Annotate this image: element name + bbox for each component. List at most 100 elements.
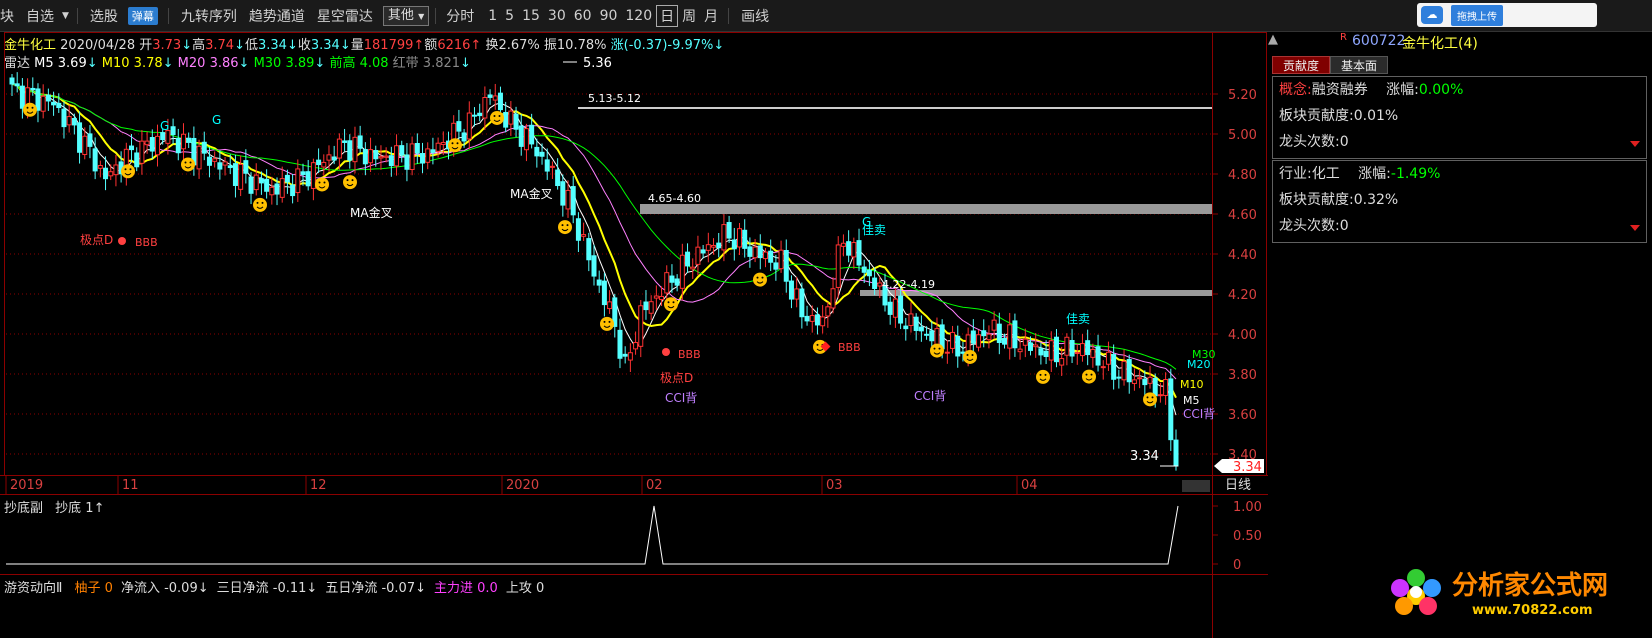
other-select[interactable]: 其他 ▼ — [382, 5, 430, 26]
smiley-eye — [938, 347, 941, 350]
period-month[interactable]: 月 — [700, 6, 722, 26]
candle-body — [1017, 348, 1023, 353]
candle-body — [394, 145, 400, 167]
toolbar-item-xingkong[interactable]: 星空雷达 — [311, 6, 379, 26]
zixuan-dropdown-icon[interactable]: ▼ — [60, 11, 71, 21]
chaodi-line — [6, 505, 1179, 565]
smiley-icon — [448, 138, 462, 153]
up-arrow-icon: ↑ — [93, 501, 105, 516]
select-dropdown-icon: ▼ — [418, 11, 425, 21]
watermark-url: www.70822.com — [1472, 603, 1593, 618]
smiley-eye — [184, 161, 187, 164]
x-tick-label: 2019 — [10, 478, 43, 493]
sub2-item: 柚子 0 — [74, 581, 113, 596]
sub2-item: 五日净流 -0.07 — [325, 581, 416, 596]
candle-body — [87, 133, 93, 147]
candle-body — [934, 328, 940, 345]
danmu-badge[interactable]: 弹幕 — [127, 6, 158, 25]
candle-body — [835, 244, 841, 288]
candle-body — [71, 117, 77, 126]
upload-button[interactable]: ☁ 拖拽上传 — [1417, 3, 1597, 27]
smiley-icon — [253, 197, 267, 212]
period-1[interactable]: 1 — [484, 8, 501, 24]
candle-body — [700, 249, 706, 254]
smiley-eye — [1085, 373, 1088, 376]
period-120[interactable]: 120 — [621, 8, 656, 24]
smiley-icon — [121, 164, 135, 179]
smiley-icon — [753, 272, 767, 287]
candle-body — [1173, 439, 1179, 467]
period-fenshi[interactable]: 分时 — [442, 6, 484, 26]
candle-body — [892, 298, 898, 318]
smiley-icon — [1082, 369, 1096, 384]
bbb-label: BBB — [135, 236, 158, 249]
candle-body — [622, 353, 628, 357]
candle-body — [757, 245, 763, 259]
candle-body — [747, 246, 753, 257]
candle-body — [1116, 376, 1122, 379]
candle-body — [669, 275, 675, 283]
toolbar-item-zixuan[interactable]: 自选 — [20, 6, 60, 26]
industry-name[interactable]: 化工 — [1312, 166, 1340, 182]
kline-chart[interactable]: 5.205.004.804.604.404.204.003.803.603.40… — [0, 32, 1268, 638]
smiley-icon — [490, 110, 504, 125]
scroll-thumb[interactable] — [1182, 480, 1210, 492]
candle-body — [40, 95, 46, 112]
chart-grid: 5.205.004.804.604.404.204.003.803.603.40… — [0, 32, 1268, 638]
candle-body — [9, 77, 15, 85]
industry-dragon: 龙头次数:0 — [1279, 218, 1349, 234]
sub2-item: 主力进 0.0 — [434, 581, 498, 596]
candle-body — [269, 186, 275, 196]
candle-body — [134, 152, 140, 168]
ma10-line — [11, 83, 1177, 399]
period-15[interactable]: 15 — [518, 8, 544, 24]
y-tick-label: 3.60 — [1228, 408, 1257, 423]
candle-body — [144, 140, 150, 146]
up-triangle-icon[interactable]: ▲ — [1268, 32, 1278, 47]
smiley-eye — [351, 179, 354, 182]
draw-line-button[interactable]: 画线 — [735, 6, 775, 26]
smiley-face — [664, 297, 678, 312]
candle-body — [970, 330, 976, 344]
toolbar-item-xuangu[interactable]: 选股 — [84, 6, 124, 26]
candle-body — [898, 295, 904, 324]
period-90[interactable]: 90 — [596, 8, 622, 24]
candle-body — [648, 301, 654, 314]
candle-body — [586, 238, 592, 261]
candle-body — [129, 145, 135, 151]
candle-body — [342, 140, 348, 143]
tab-fundamentals[interactable]: 基本面 — [1330, 56, 1389, 74]
concept-name[interactable]: 融资融券 — [1312, 82, 1368, 98]
smiley-eye — [1151, 396, 1154, 399]
smiley-face — [253, 197, 267, 212]
period-5[interactable]: 5 — [501, 8, 518, 24]
candle-body — [497, 92, 503, 111]
candle-body — [482, 96, 488, 119]
toolbar-item-jiuzhuan[interactable]: 九转序列 — [175, 6, 243, 26]
down-arrow-icon: ↓ — [415, 581, 427, 596]
period-week[interactable]: 周 — [678, 6, 700, 26]
candle-body — [92, 148, 98, 172]
sub2-item: 三日净流 -0.11 — [216, 581, 307, 596]
toolbar-item-qushi[interactable]: 趋势通道 — [243, 6, 311, 26]
red-dot-marker — [662, 348, 670, 356]
expand-arrow-icon[interactable] — [1630, 225, 1640, 231]
period-60[interactable]: 60 — [570, 8, 596, 24]
period-day[interactable]: 日 — [656, 4, 679, 27]
smiley-eye — [561, 224, 564, 227]
expand-arrow-icon[interactable] — [1630, 141, 1640, 147]
smiley-icon — [558, 220, 572, 235]
candle-body — [726, 222, 732, 239]
cloud-icon: ☁ — [1421, 6, 1443, 24]
candle-body — [539, 151, 545, 157]
candle-body — [752, 246, 758, 259]
candle-body — [783, 250, 789, 282]
candle-body — [1033, 344, 1039, 348]
toolbar-item-kuai[interactable]: 块 — [0, 6, 20, 26]
smiley-eye — [667, 301, 670, 304]
period-30[interactable]: 30 — [544, 8, 570, 24]
sub2-title: 游资动向Ⅱ — [4, 581, 63, 596]
candle-body — [601, 280, 607, 306]
candle-body — [362, 149, 368, 165]
tab-contribution[interactable]: 贡献度 — [1272, 56, 1331, 74]
